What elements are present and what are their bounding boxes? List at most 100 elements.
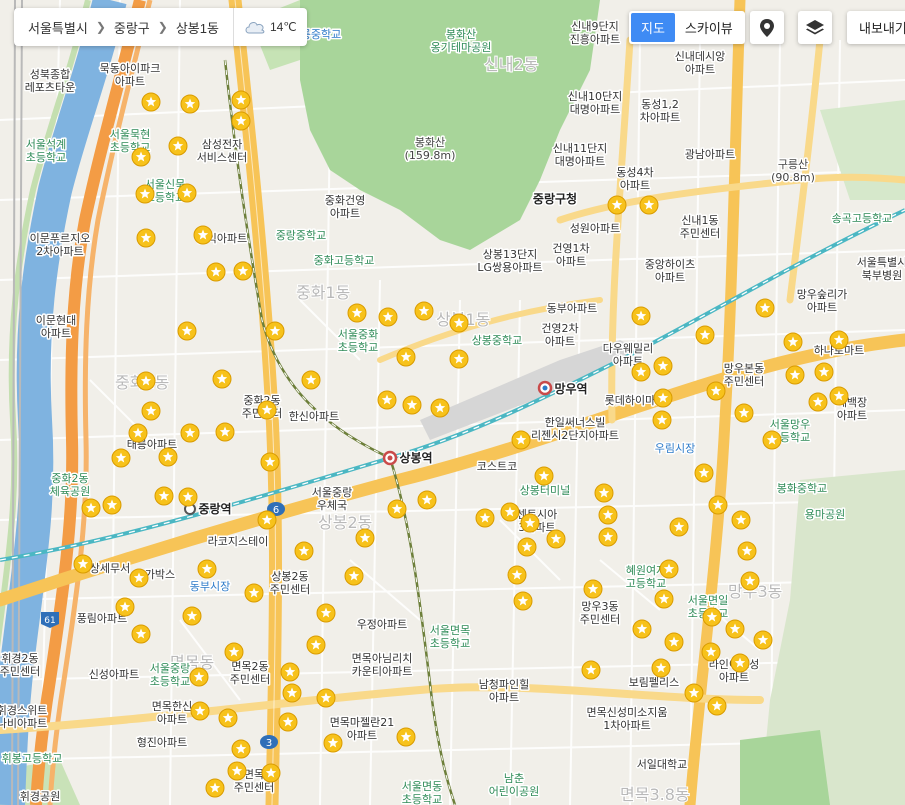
star-marker[interactable] xyxy=(136,371,156,391)
star-marker[interactable] xyxy=(581,660,601,680)
star-marker[interactable] xyxy=(306,635,326,655)
breadcrumb-dong[interactable]: 상봉1동 xyxy=(168,18,227,37)
star-marker[interactable] xyxy=(669,517,689,537)
poi-label-sinnae10[interactable]: 신내10단지 대명아파트 xyxy=(566,89,623,118)
poi-label-seoul-bukbu[interactable]: 서울특별시 북부병원 xyxy=(855,255,905,284)
poi-label-dongbu-apt[interactable]: 동부아파트 xyxy=(545,301,599,317)
star-marker[interactable] xyxy=(708,495,728,515)
poi-label-bonghwa-ms[interactable]: 봉화중학교 xyxy=(775,481,829,497)
poi-label-myeonmok2-center[interactable]: 면목2동 주민센터 xyxy=(228,659,271,688)
star-marker[interactable] xyxy=(231,111,251,131)
poi-label-seoul-myeonmok-es[interactable]: 서울면동 초등학교 xyxy=(400,779,443,805)
star-marker[interactable] xyxy=(653,356,673,376)
star-marker[interactable] xyxy=(224,642,244,662)
star-marker[interactable] xyxy=(737,541,757,561)
poi-label-dongseong12[interactable]: 동성1,2 차아파트 xyxy=(638,97,681,126)
poi-label-sinnae11[interactable]: 신내11단지 대명아파트 xyxy=(551,141,608,170)
star-marker[interactable] xyxy=(136,228,156,248)
star-marker[interactable] xyxy=(396,727,416,747)
star-marker[interactable] xyxy=(180,423,200,443)
star-marker[interactable] xyxy=(702,607,722,627)
star-marker[interactable] xyxy=(762,430,782,450)
poi-label-jungnang-office[interactable]: 중랑구청 xyxy=(531,190,578,208)
star-marker[interactable] xyxy=(177,183,197,203)
star-marker[interactable] xyxy=(257,400,277,420)
star-marker[interactable] xyxy=(652,410,672,430)
star-marker[interactable] xyxy=(500,502,520,522)
poi-label-sangbong-ms[interactable]: 상봉중학교 xyxy=(470,333,524,349)
poi-label-seoul-post[interactable]: 서울중랑 우체국 xyxy=(310,485,353,514)
star-marker[interactable] xyxy=(73,554,93,574)
poi-label-mangwoobon[interactable]: 망우본동 주민센터 xyxy=(722,361,765,390)
star-marker[interactable] xyxy=(520,513,540,533)
star-marker[interactable] xyxy=(233,261,253,281)
poi-label-mangwoo-st[interactable]: 망우역 xyxy=(553,380,589,398)
poi-label-sangbong-center[interactable]: 상봉2동 주민센터 xyxy=(268,569,311,598)
star-marker[interactable] xyxy=(511,430,531,450)
star-marker[interactable] xyxy=(168,136,188,156)
star-marker[interactable] xyxy=(583,579,603,599)
star-marker[interactable] xyxy=(449,349,469,369)
poi-label-seoul-seokgye[interactable]: 서울석계 초등학교 xyxy=(24,137,67,166)
star-marker[interactable] xyxy=(261,763,281,783)
poi-label-costco[interactable]: 코스트코 xyxy=(475,459,518,475)
my-location-button[interactable] xyxy=(750,11,784,44)
star-marker[interactable] xyxy=(81,498,101,518)
star-marker[interactable] xyxy=(664,632,684,652)
poi-label-sangse[interactable]: 상세무서 xyxy=(88,561,131,577)
poi-label-sinnae1-center[interactable]: 신내1동 주민센터 xyxy=(678,213,721,242)
poi-label-myeonmok-hyundai[interactable]: 면목한신 아파트 xyxy=(150,699,193,728)
star-marker[interactable] xyxy=(158,447,178,467)
star-marker[interactable] xyxy=(197,559,217,579)
poi-label-hwigyeong2[interactable]: 휘경2동 주민센터 xyxy=(0,651,42,680)
star-marker[interactable] xyxy=(639,195,659,215)
star-marker[interactable] xyxy=(734,403,754,423)
star-marker[interactable] xyxy=(190,701,210,721)
poi-label-sangbong-st[interactable]: 상봉역 xyxy=(398,449,434,467)
star-marker[interactable] xyxy=(265,321,285,341)
poi-label-hanshin[interactable]: 한신아파트 xyxy=(287,409,341,425)
star-marker[interactable] xyxy=(244,583,264,603)
poi-label-hyeongjin[interactable]: 형진아파트 xyxy=(135,735,189,751)
star-marker[interactable] xyxy=(396,347,416,367)
star-marker[interactable] xyxy=(344,566,364,586)
star-marker[interactable] xyxy=(632,619,652,639)
star-marker[interactable] xyxy=(829,330,849,350)
star-marker[interactable] xyxy=(301,370,321,390)
star-marker[interactable] xyxy=(701,642,721,662)
poi-label-junghwa-ms[interactable]: 중랑중학교 xyxy=(274,228,328,244)
star-marker[interactable] xyxy=(278,712,298,732)
star-marker[interactable] xyxy=(598,505,618,525)
poi-label-hwigyeong-swit[interactable]: 휘경스위트 나비아파트 xyxy=(0,703,49,732)
star-marker[interactable] xyxy=(180,94,200,114)
poi-label-junghwa-st[interactable]: 중랑역 xyxy=(197,500,233,518)
star-marker[interactable] xyxy=(154,486,174,506)
star-marker[interactable] xyxy=(654,589,674,609)
weather-widget[interactable]: 14℃ xyxy=(232,8,297,46)
poi-label-dongseong4[interactable]: 동성4차 아파트 xyxy=(615,165,655,194)
poi-label-myeonmok-richi[interactable]: 면목아님리치 카운티아파트 xyxy=(350,651,414,680)
star-marker[interactable] xyxy=(725,619,745,639)
star-marker[interactable] xyxy=(355,528,375,548)
star-marker[interactable] xyxy=(607,195,627,215)
star-marker[interactable] xyxy=(323,733,343,753)
star-marker[interactable] xyxy=(695,325,715,345)
star-marker[interactable] xyxy=(731,510,751,530)
star-marker[interactable] xyxy=(257,510,277,530)
star-marker[interactable] xyxy=(546,529,566,549)
poi-label-borim[interactable]: 보림펠리스 xyxy=(627,675,681,691)
star-marker[interactable] xyxy=(182,606,202,626)
star-marker[interactable] xyxy=(829,386,849,406)
poi-label-sinseong[interactable]: 신성아파트 xyxy=(87,667,141,683)
poi-label-ium-apt[interactable]: 이문푸르지오 2차아파트 xyxy=(28,231,92,260)
star-marker[interactable] xyxy=(659,559,679,579)
star-marker[interactable] xyxy=(594,483,614,503)
star-marker[interactable] xyxy=(653,388,673,408)
star-marker[interactable] xyxy=(517,537,537,557)
star-marker[interactable] xyxy=(215,422,235,442)
poi-label-geonyeong2[interactable]: 건영2차 아파트 xyxy=(540,321,580,350)
star-marker[interactable] xyxy=(378,307,398,327)
star-marker[interactable] xyxy=(740,571,760,591)
star-marker[interactable] xyxy=(707,696,727,716)
star-marker[interactable] xyxy=(102,495,122,515)
